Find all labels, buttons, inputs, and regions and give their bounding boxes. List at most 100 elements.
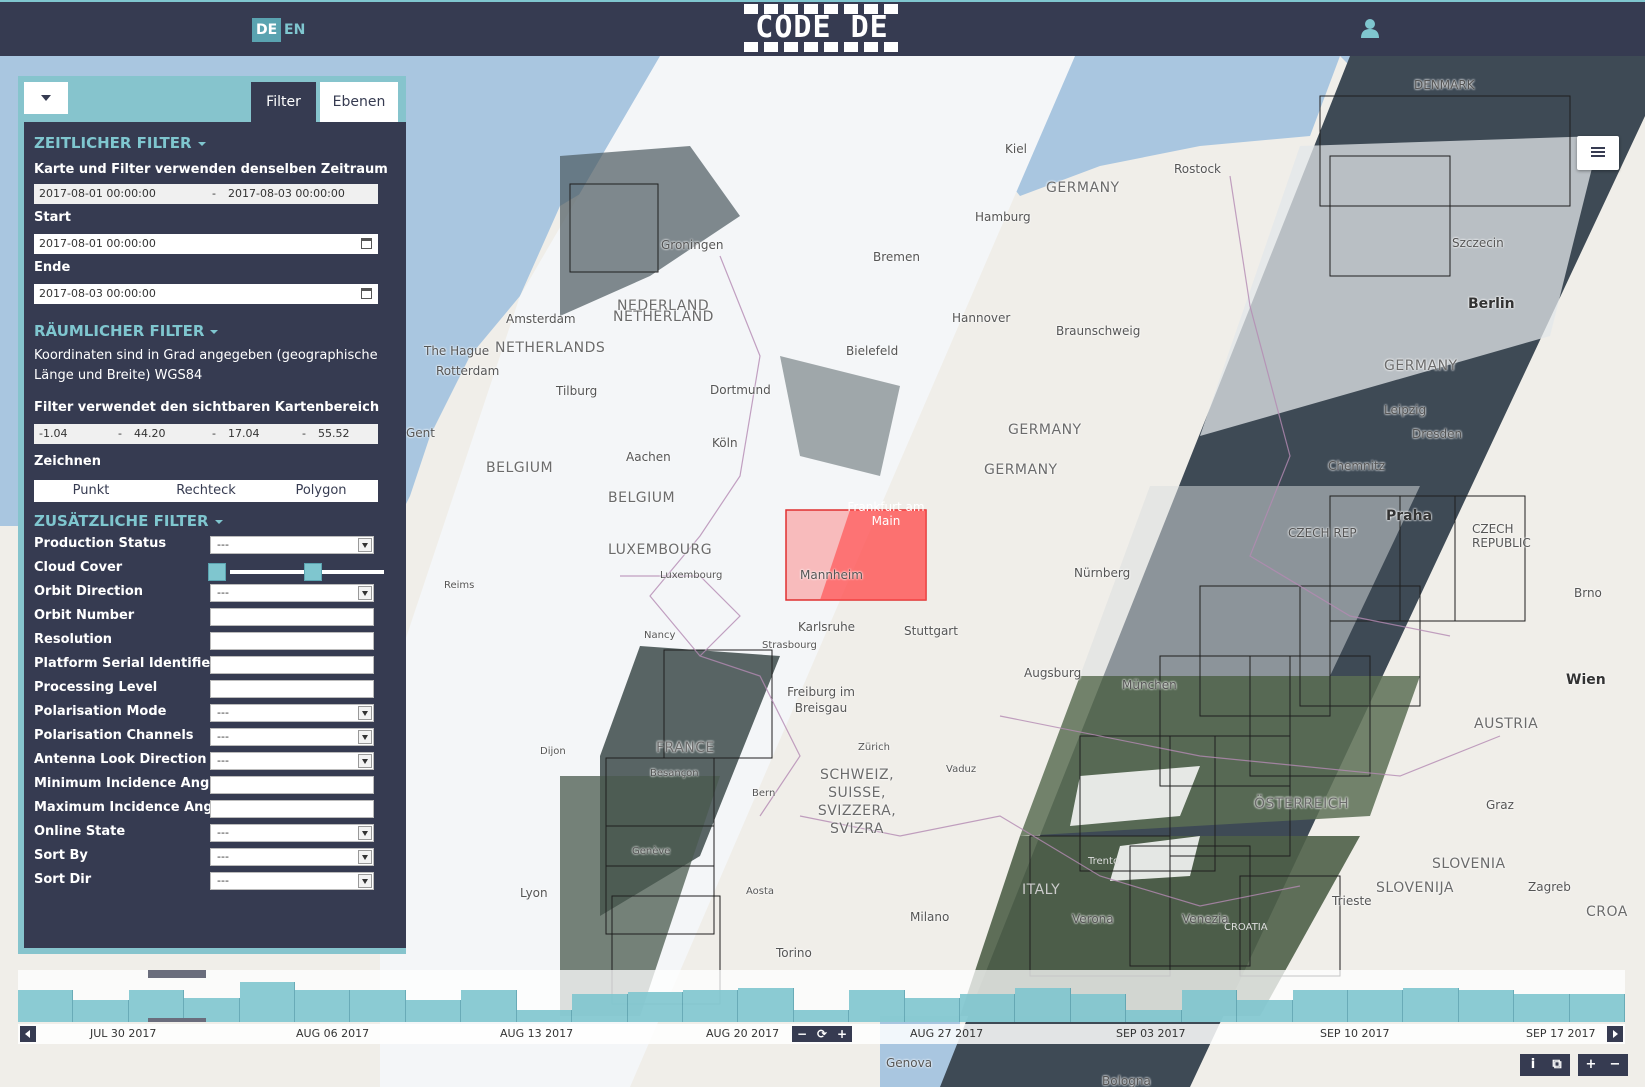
filter-label-online-state: Online State: [34, 824, 126, 839]
zoom-in-button[interactable]: +: [1580, 1054, 1602, 1076]
filter-label-antenna-look: Antenna Look Direction: [34, 752, 207, 767]
timeline-bar[interactable]: [960, 994, 1016, 1022]
top-navbar: DE EN CODE DE: [0, 0, 1645, 56]
timeline-bar[interactable]: [1569, 994, 1625, 1022]
cloud-cover-min-handle[interactable]: [208, 563, 226, 581]
map-label: Berlin: [1468, 296, 1515, 312]
chevron-down-icon: [358, 826, 372, 840]
draw-polygon-button[interactable]: Polygon: [264, 480, 378, 502]
timeline-bar[interactable]: [1347, 990, 1404, 1022]
layers-list-button[interactable]: [1577, 136, 1619, 170]
panel-collapse-button[interactable]: [24, 82, 68, 114]
start-label: Start: [34, 210, 71, 225]
chevron-down-icon: [358, 730, 372, 744]
timeline-bar[interactable]: [350, 990, 406, 1022]
sort-by-select[interactable]: ---: [210, 848, 374, 866]
timeline-bar[interactable]: [849, 990, 905, 1022]
lang-en-button[interactable]: EN: [280, 18, 309, 42]
tab-ebenen[interactable]: Ebenen: [320, 82, 398, 122]
timeline-bar[interactable]: [73, 1000, 129, 1022]
timeline-axis: JUL 30 2017 AUG 06 2017 AUG 13 2017 AUG …: [18, 1024, 1625, 1044]
map-label: Dijon: [540, 746, 566, 757]
timeline-bar[interactable]: [1292, 990, 1348, 1022]
timeline-bar[interactable]: [1458, 990, 1515, 1022]
code-de-logo[interactable]: CODE DE: [744, 4, 900, 52]
info-button[interactable]: i: [1522, 1054, 1544, 1076]
logo-text: CODE DE: [755, 10, 889, 45]
timeline-bar[interactable]: [18, 990, 74, 1022]
timeline-bar[interactable]: [295, 990, 351, 1022]
draw-point-button[interactable]: Punkt: [34, 480, 148, 502]
sort-dir-select[interactable]: ---: [210, 872, 374, 890]
orbit-direction-select[interactable]: ---: [210, 584, 374, 602]
export-button[interactable]: ⧉: [1546, 1054, 1568, 1076]
timeline-bar[interactable]: [1237, 1000, 1293, 1022]
spatial-filter-title[interactable]: RÄUMLICHER FILTER: [34, 322, 218, 340]
end-date-value: 2017-08-03 00:00:00: [39, 287, 156, 300]
timeline-bar[interactable]: [1126, 1010, 1182, 1022]
calendar-icon[interactable]: [361, 238, 372, 249]
additional-filter-title[interactable]: ZUSÄTZLICHE FILTER: [34, 512, 223, 530]
timeline-tick: SEP 10 2017: [1320, 1027, 1390, 1040]
timeline-bar[interactable]: [1403, 988, 1459, 1022]
online-state-select[interactable]: ---: [210, 824, 374, 842]
start-date-input[interactable]: 2017-08-01 00:00:00: [34, 234, 378, 254]
platform-serial-input[interactable]: [210, 656, 374, 674]
timeline-next-button[interactable]: [1607, 1026, 1623, 1042]
cloud-cover-max-handle[interactable]: [304, 563, 322, 581]
lang-de-button[interactable]: DE: [252, 18, 282, 42]
timeline-bar[interactable]: [1015, 988, 1071, 1022]
resolution-input[interactable]: [210, 632, 374, 650]
orbit-number-input[interactable]: [210, 608, 374, 626]
user-icon[interactable]: [1360, 18, 1380, 38]
end-date-input[interactable]: 2017-08-03 00:00:00: [34, 284, 378, 304]
timeline-bar[interactable]: [793, 1010, 850, 1022]
map-label: Besançon: [650, 768, 699, 779]
max-incidence-input[interactable]: [210, 800, 374, 818]
timeline-selection[interactable]: [148, 970, 206, 1022]
list-icon: [1591, 147, 1605, 149]
timeline-prev-button[interactable]: [20, 1026, 36, 1042]
timeline-bar[interactable]: [627, 992, 683, 1022]
temporal-filter-title[interactable]: ZEITLICHER FILTER: [34, 134, 206, 152]
timeline-histogram[interactable]: [18, 970, 1625, 1022]
production-status-select[interactable]: ---: [210, 536, 374, 554]
polarisation-mode-select[interactable]: ---: [210, 704, 374, 722]
filter-label-platform-serial: Platform Serial Identifier: [34, 656, 217, 671]
map-label: Mannheim: [800, 568, 863, 582]
map-label: Nancy: [644, 630, 676, 641]
sort-dir-value: ---: [217, 874, 229, 887]
draw-rectangle-button[interactable]: Rechteck: [149, 480, 263, 502]
timeline-bar[interactable]: [1070, 994, 1127, 1022]
timeline-zoom-in-button[interactable]: +: [832, 1026, 852, 1042]
polarisation-channels-select[interactable]: ---: [210, 728, 374, 746]
processing-level-input[interactable]: [210, 680, 374, 698]
map-label: Wien: [1566, 672, 1606, 688]
start-date-value: 2017-08-01 00:00:00: [39, 237, 156, 250]
timeline-reset-button[interactable]: ⟳: [812, 1026, 832, 1042]
bbox-field[interactable]: -1.04 - 44.20 - 17.04 - 55.52: [34, 424, 378, 444]
date-range-field[interactable]: 2017-08-01 00:00:00 - 2017-08-03 00:00:0…: [34, 184, 378, 204]
timeline[interactable]: JUL 30 2017 AUG 06 2017 AUG 13 2017 AUG …: [18, 970, 1625, 1044]
map-label: Freiburg im Breisgau: [787, 685, 855, 715]
min-incidence-input[interactable]: [210, 776, 374, 794]
calendar-icon[interactable]: [361, 288, 372, 299]
timeline-bar[interactable]: [405, 1000, 462, 1022]
timeline-bar[interactable]: [572, 994, 628, 1022]
antenna-look-select[interactable]: ---: [210, 752, 374, 770]
zoom-out-button[interactable]: −: [1604, 1054, 1626, 1076]
timeline-bar[interactable]: [682, 990, 739, 1022]
timeline-bar[interactable]: [738, 988, 794, 1022]
timeline-bar[interactable]: [516, 1010, 573, 1022]
timeline-bar[interactable]: [461, 990, 517, 1022]
map-label: Trento: [1088, 856, 1120, 867]
map-label: Rostock: [1174, 162, 1221, 176]
map-label: CZECH REPUBLIC: [1472, 522, 1531, 550]
tab-filter[interactable]: Filter: [251, 82, 316, 122]
timeline-bar[interactable]: [1181, 990, 1238, 1022]
timeline-bar[interactable]: [239, 982, 296, 1022]
timeline-bar[interactable]: [1514, 994, 1570, 1022]
timeline-bar[interactable]: [904, 998, 961, 1022]
map-label: Braunschweig: [1056, 324, 1141, 338]
timeline-zoom-out-button[interactable]: −: [792, 1026, 812, 1042]
